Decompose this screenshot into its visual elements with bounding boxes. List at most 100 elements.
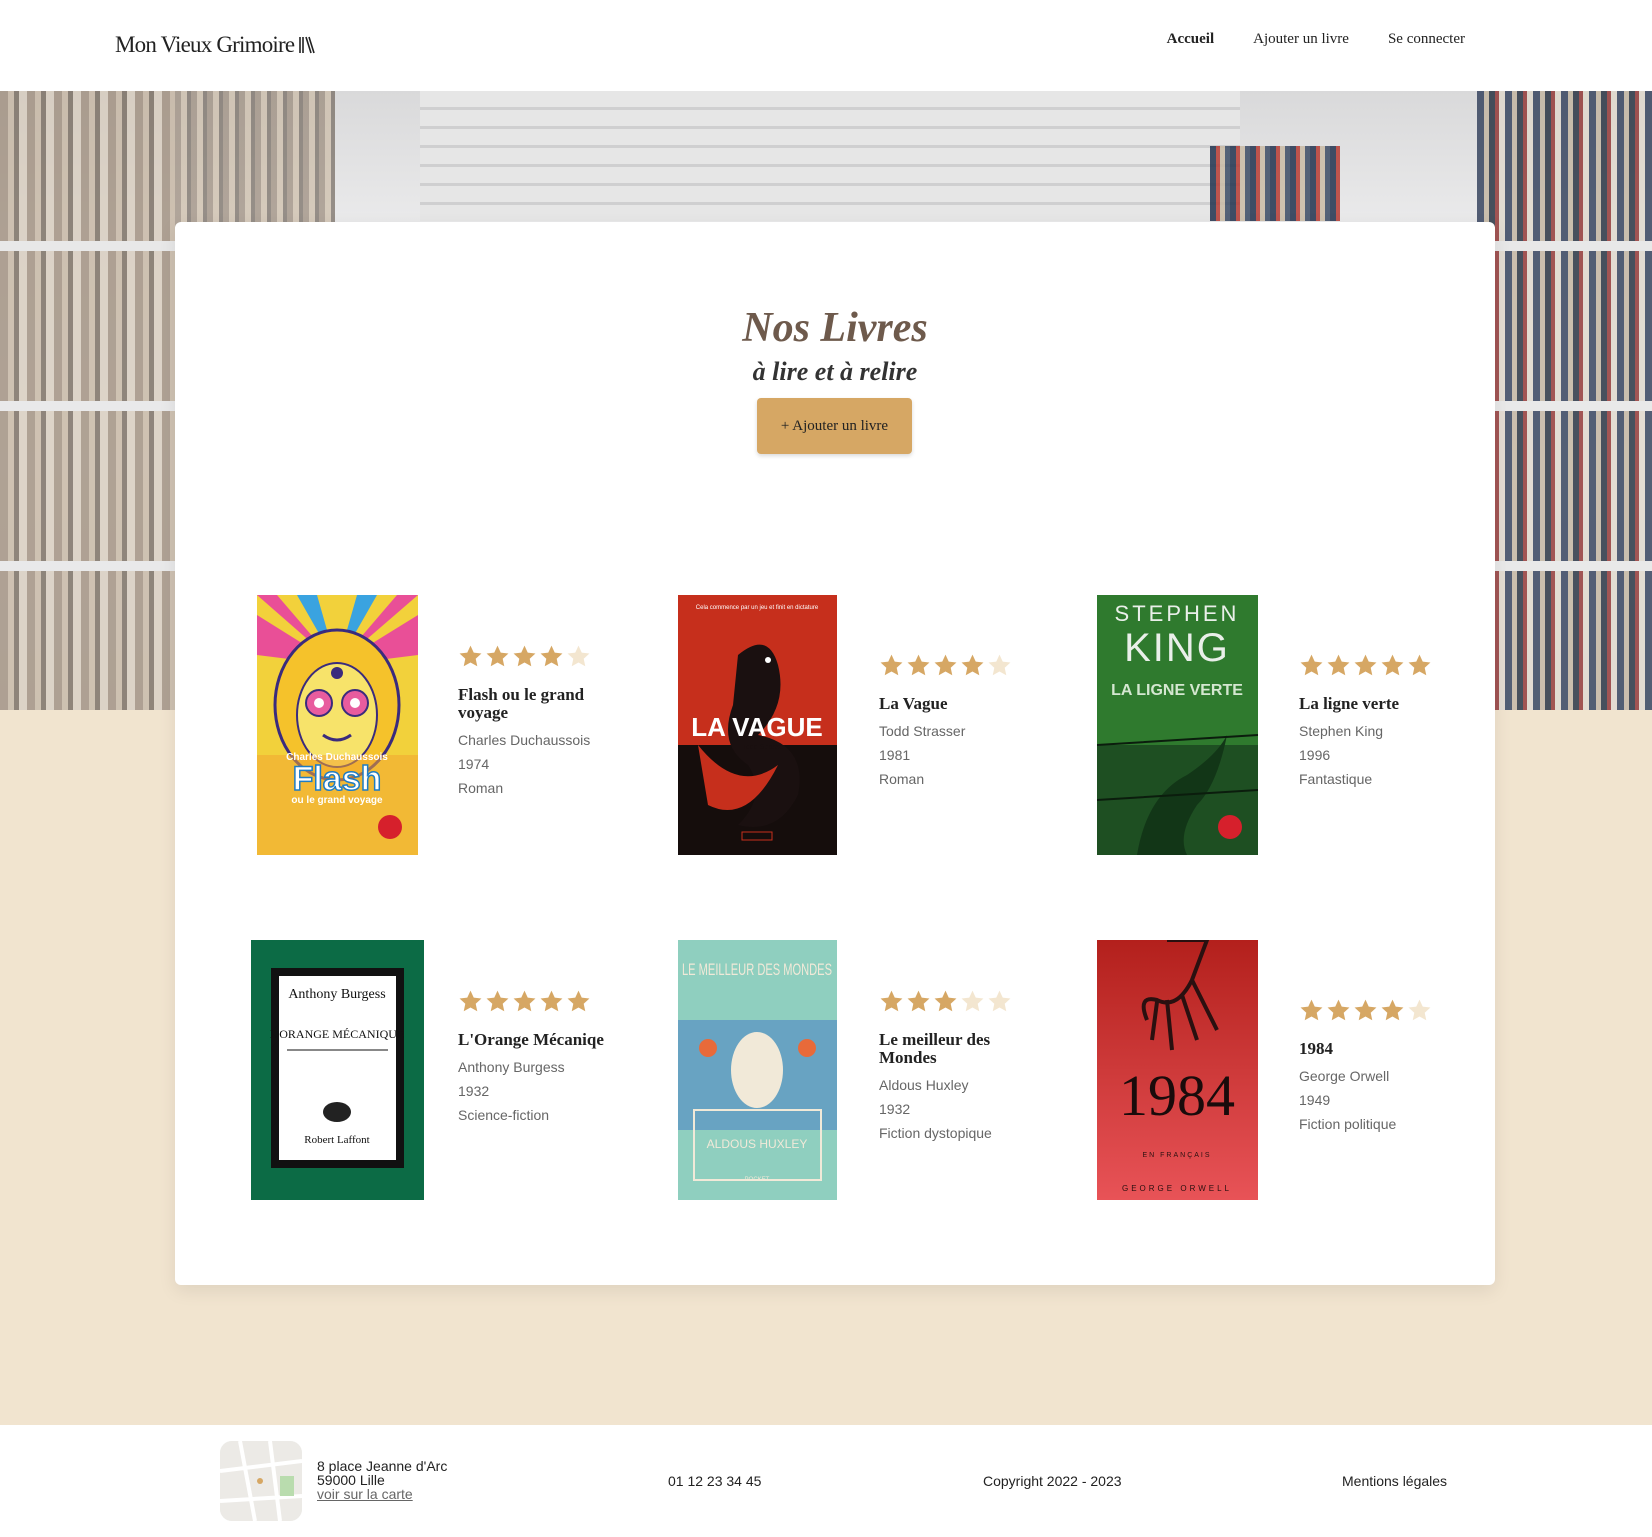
book-cover[interactable]: Charles Duchaussois Flash ou le grand vo… <box>257 595 418 855</box>
book-meta: Stephen King 1996 Fantastique <box>1299 719 1469 791</box>
star-icon <box>513 645 536 667</box>
site-logo[interactable]: Mon Vieux Grimoire <box>115 32 316 58</box>
star-icon <box>1381 999 1404 1021</box>
ligne-verte-cover-art: STEPHEN KING LA LIGNE VERTE <box>1097 595 1258 855</box>
book-genre: Fantastique <box>1299 771 1373 787</box>
footer-legal-link[interactable]: Mentions légales <box>1342 1473 1447 1489</box>
star-icon <box>1300 999 1323 1021</box>
vague-cover-art: Cela commence par un jeu et finit en dic… <box>678 595 837 855</box>
book-title[interactable]: La ligne verte <box>1299 695 1469 713</box>
cover-sub-text: Todd Strasser <box>742 744 786 751</box>
book-year: 1981 <box>879 747 911 763</box>
book-info: 1984 George Orwell 1949 Fiction politiqu… <box>1299 998 1469 1136</box>
star-icon <box>459 990 482 1012</box>
cover-top-text: STEPHEN <box>1115 601 1240 626</box>
star-icon <box>1327 654 1350 676</box>
star-icon <box>486 990 509 1012</box>
footer-copyright: Copyright 2022 - 2023 <box>983 1473 1122 1489</box>
add-book-button[interactable]: + Ajouter un livre <box>757 398 912 454</box>
book-cover[interactable]: STEPHEN KING LA LIGNE VERTE <box>1097 595 1258 855</box>
book-author: Aldous Huxley <box>879 1077 969 1093</box>
page-title: Nos Livres <box>742 305 928 351</box>
book-author: George Orwell <box>1299 1068 1390 1084</box>
book-meta: Aldous Huxley 1932 Fiction dystopique <box>879 1073 1049 1145</box>
book-genre: Roman <box>879 771 925 787</box>
books-card: Nos Livres à lire et à relire + Ajouter … <box>175 222 1495 1285</box>
book-cover[interactable]: 1984 EN FRANÇAIS GEORGE ORWELL <box>1097 940 1258 1200</box>
book-meta: Todd Strasser 1981 Roman <box>879 719 1049 791</box>
star-icon <box>1381 654 1404 676</box>
book-title[interactable]: 1984 <box>1299 1040 1469 1058</box>
star-icon <box>1354 654 1377 676</box>
book-rating <box>879 989 1049 1015</box>
page-subtitle: à lire et à relire <box>752 357 918 386</box>
book-rating <box>458 644 628 670</box>
map-link[interactable]: voir sur la carte <box>317 1486 413 1502</box>
address-line2: 59000 Lille <box>317 1472 385 1488</box>
main-nav: Accueil Ajouter un livre Se connecter <box>1167 31 1465 48</box>
star-icon <box>1408 654 1431 676</box>
book-meta: George Orwell 1949 Fiction politique <box>1299 1064 1469 1136</box>
star-icon <box>513 990 536 1012</box>
cover-sub-text: ou le grand voyage <box>291 795 383 806</box>
book-cover[interactable]: Anthony Burgess L'ORANGE MÉCANIQUE Rober… <box>251 940 424 1200</box>
cover-top-text: EN FRANÇAIS <box>1142 1152 1211 1159</box>
star-icon <box>961 990 984 1012</box>
cover-main-text: 1984 <box>1119 1063 1235 1128</box>
book-title[interactable]: Flash ou le grand voyage <box>458 686 628 722</box>
star-icon <box>1327 999 1350 1021</box>
star-icon <box>540 645 563 667</box>
book-author: Anthony Burgess <box>458 1059 565 1075</box>
book-info: La Vague Todd Strasser 1981 Roman <box>879 653 1049 791</box>
cover-main-text: ALDOUS HUXLEY <box>707 1137 808 1151</box>
book-info: L'Orange Mécaniqe Anthony Burgess 1932 S… <box>458 989 628 1127</box>
book-rating <box>1299 653 1469 679</box>
star-icon <box>459 645 482 667</box>
book-title[interactable]: L'Orange Mécaniqe <box>458 1031 628 1049</box>
nav-ajouter-livre[interactable]: Ajouter un livre <box>1253 31 1349 48</box>
star-icon <box>1300 654 1323 676</box>
book-cover[interactable]: Cela commence par un jeu et finit en dic… <box>678 595 837 855</box>
cover-top-text: LE MEILLEUR DES MONDES <box>682 960 832 979</box>
star-icon <box>934 990 957 1012</box>
hero-shelf-left <box>0 91 175 710</box>
star-icon <box>1408 999 1431 1021</box>
book-author: Todd Strasser <box>879 723 966 739</box>
cover-sub-text: GEORGE ORWELL <box>1122 1184 1232 1193</box>
book-info: Le meilleur des Mondes Aldous Huxley 193… <box>879 989 1049 1145</box>
cover-top-text: Cela commence par un jeu et finit en dic… <box>696 605 819 611</box>
site-footer: 8 place Jeanne d'Arc 59000 Lille voir su… <box>0 1425 1652 1537</box>
book-title[interactable]: Le meilleur des Mondes <box>879 1031 1049 1067</box>
book-author: Charles Duchaussois <box>458 732 591 748</box>
orange-mecanique-cover-art: Anthony Burgess L'ORANGE MÉCANIQUE Rober… <box>251 940 424 1200</box>
books-icon <box>299 36 316 54</box>
cover-top-text: Anthony Burgess <box>288 987 385 1002</box>
nav-se-connecter[interactable]: Se connecter <box>1388 31 1465 48</box>
book-genre: Fiction politique <box>1299 1116 1397 1132</box>
nav-accueil[interactable]: Accueil <box>1167 31 1214 48</box>
star-icon <box>567 645 590 667</box>
star-icon <box>907 990 930 1012</box>
star-icon <box>880 654 903 676</box>
star-icon <box>988 654 1011 676</box>
cover-sub-text: POCKET <box>745 1177 770 1183</box>
book-author: Stephen King <box>1299 723 1384 739</box>
address-line1: 8 place Jeanne d'Arc <box>317 1458 448 1474</box>
book-year: 1932 <box>879 1101 911 1117</box>
cover-sub-text: Robert Laffont <box>304 1134 369 1146</box>
star-icon <box>907 654 930 676</box>
book-year: 1949 <box>1299 1092 1331 1108</box>
star-icon <box>486 645 509 667</box>
cover-main-text: Flash <box>293 760 382 798</box>
map-icon <box>220 1441 302 1521</box>
star-icon <box>540 990 563 1012</box>
book-year: 1932 <box>458 1083 490 1099</box>
book-rating <box>1299 998 1469 1024</box>
site-header: Mon Vieux Grimoire Accueil Ajouter un li… <box>0 0 1652 91</box>
book-genre: Fiction dystopique <box>879 1125 992 1141</box>
book-info: Flash ou le grand voyage Charles Duchaus… <box>458 644 628 800</box>
book-title[interactable]: La Vague <box>879 695 1049 713</box>
map-thumbnail[interactable] <box>220 1441 302 1521</box>
hero-shelf-center-back <box>1210 146 1340 221</box>
book-cover[interactable]: LE MEILLEUR DES MONDES ALDOUS HUXLEY POC… <box>678 940 837 1200</box>
